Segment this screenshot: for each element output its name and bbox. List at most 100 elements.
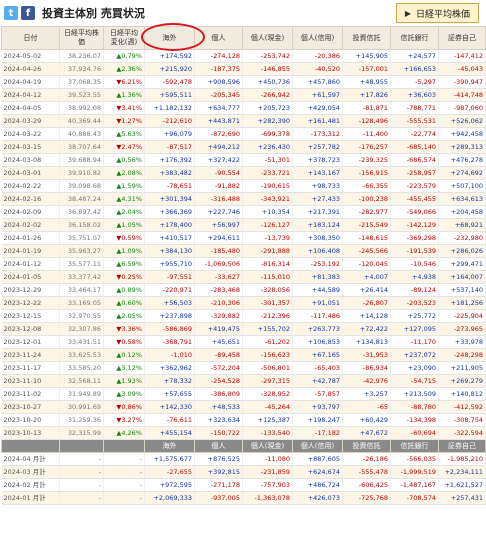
cell-i: -271,178	[194, 478, 243, 492]
monthly-column-header: 信託銀行	[390, 439, 439, 453]
cell-f: +215,920	[144, 62, 195, 76]
cell-i: -1,069,506	[194, 257, 243, 271]
cell-ic: -699,378	[242, 127, 293, 141]
cell-c: ▲0.89%	[103, 283, 145, 297]
cell-s: -232,980	[438, 231, 486, 245]
cell-t: -725,768	[342, 491, 391, 505]
column-header[interactable]: 個人	[194, 26, 243, 50]
cell-f: +384,130	[144, 244, 195, 258]
cell-s: -987,060	[438, 101, 486, 115]
cell-im: +378,723	[292, 153, 343, 167]
cell-p: 35,751.07	[59, 231, 104, 245]
column-header[interactable]: 日付	[1, 26, 60, 50]
cell-f: -87,517	[144, 140, 195, 154]
cell-s: -322,594	[438, 426, 486, 440]
top-bar: t f 投資主体別 売買状況 ▶ 日経平均株価	[0, 0, 486, 26]
cell-p: 33,464.17	[59, 283, 104, 297]
cell-d: 2023-12-29	[1, 283, 60, 297]
cell-p: 32,315.99	[59, 426, 104, 440]
cell-f: -592,478	[144, 75, 195, 89]
monthly-header: 海外 個人 個人(現金) 個人(信用) 投資信託 信託銀行 証券自己	[1, 439, 486, 453]
column-header[interactable]: 海外	[144, 26, 195, 50]
column-header[interactable]: 投資信託	[342, 26, 391, 50]
cell-d: 2024-03-29	[1, 114, 60, 128]
cell-ic: -61,202	[242, 335, 293, 349]
cell-ic: -757,903	[242, 478, 293, 492]
cell-ic: -51,301	[242, 153, 293, 167]
table-row: 2023-12-01 33,431.51 ▼0.58% -368,791 +45,651…	[1, 335, 486, 349]
cell-im: +44,589	[292, 283, 343, 297]
cell-im: +308,350	[292, 231, 343, 245]
cell-b: -134,398	[390, 413, 439, 427]
cell-f: +366,369	[144, 205, 195, 219]
cell-im: +42,787	[292, 374, 343, 388]
column-header[interactable]: 個人(現金)	[242, 26, 293, 50]
cell-t: -555,478	[342, 465, 391, 479]
cell-i: +634,777	[194, 101, 243, 115]
cell-c: -	[103, 491, 145, 505]
cell-b: -788,771	[390, 101, 439, 115]
weekly-rows: 2024-05-02 38,236.07 ▲0.79% +174,592 -274,12…	[1, 49, 486, 440]
cell-d: 2023-10-13	[1, 426, 60, 440]
cell-f: +174,592	[144, 49, 195, 63]
cell-b: -549,066	[390, 205, 439, 219]
cell-b: +4,938	[390, 270, 439, 284]
cell-p: 38,707.64	[59, 140, 104, 154]
nikkei-average-button[interactable]: ▶ 日経平均株価	[395, 3, 479, 23]
cell-im: +61,597	[292, 88, 343, 102]
cell-c: ▲5.63%	[103, 127, 145, 141]
cell-p: 40,369.44	[59, 114, 104, 128]
cell-f: -1,010	[144, 348, 195, 362]
investor-trades-table: 日付 日経平均株価 日経平均 変化(週) 海外 個人 個人(現金) 個人(信用) 投資信託 信託…	[1, 26, 486, 505]
cell-s: +257,431	[438, 491, 486, 505]
cell-b: -369,298	[390, 231, 439, 245]
column-header[interactable]: 証券自己	[438, 26, 486, 50]
column-header[interactable]: 個人(信用)	[292, 26, 343, 50]
cell-f: +56,503	[144, 296, 195, 310]
cell-f: +1,575,677	[144, 452, 195, 466]
cell-i: -210,306	[194, 296, 243, 310]
cell-p: 38,487.24	[59, 192, 104, 206]
cell-c: ▲0.56%	[103, 153, 145, 167]
cell-i: -329,882	[194, 309, 243, 323]
cell-d: 2023-11-24	[1, 348, 60, 362]
table-row: 2023-12-29 33,464.17 ▲0.89% -220,971 -283,46…	[1, 283, 486, 297]
cell-f: +955,710	[144, 257, 195, 271]
cell-c: ▼1.27%	[103, 114, 145, 128]
cell-i: -283,468	[194, 283, 243, 297]
cell-ic: +155,702	[242, 322, 293, 336]
column-header[interactable]: 信託銀行	[390, 26, 439, 50]
cell-d: 2023-12-15	[1, 309, 60, 323]
column-header[interactable]: 日経平均 変化(週)	[103, 26, 145, 50]
cell-im: +81,383	[292, 270, 343, 284]
cell-i: +419,475	[194, 322, 243, 336]
column-header[interactable]: 日経平均株価	[59, 26, 104, 50]
table-row: 2024-01-05 33,377.42 ▼0.25% -97,551 -33,627-…	[1, 270, 486, 284]
cell-p: 33,377.42	[59, 270, 104, 284]
table-row: 2024-04 月計 - - +1,575,677 +876,525 -11,080 +88…	[1, 452, 486, 466]
cell-p: -	[59, 452, 104, 466]
cell-s: +211,905	[438, 361, 486, 375]
cell-t: -26,807	[342, 296, 391, 310]
cell-i: -572,204	[194, 361, 243, 375]
cell-ic: -297,315	[242, 374, 293, 388]
cell-f: +595,511	[144, 88, 195, 102]
cell-c: ▼2.47%	[103, 140, 145, 154]
cell-im: +263,773	[292, 322, 343, 336]
cell-s: +289,313	[438, 140, 486, 154]
cell-d: 2024-01-26	[1, 231, 60, 245]
cell-c: ▼0.86%	[103, 400, 145, 414]
cell-t: +48,955	[342, 75, 391, 89]
cell-im: -65,403	[292, 361, 343, 375]
cell-c: ▲0.79%	[103, 49, 145, 63]
cell-c: ▼0.25%	[103, 270, 145, 284]
twitter-icon[interactable]: t	[4, 6, 18, 20]
cell-s: -1,985,210	[438, 452, 486, 466]
cell-f: +78,332	[144, 374, 195, 388]
facebook-icon[interactable]: f	[21, 6, 35, 20]
table-row: 2023-10-13 32,315.99 ▲4.26% +455,154 -150,72…	[1, 426, 486, 440]
cell-d: 2024-04 月計	[1, 452, 60, 466]
cell-t: -606,425	[342, 478, 391, 492]
cell-t: +145,905	[342, 49, 391, 63]
monthly-column-header: 投資信託	[342, 439, 391, 453]
